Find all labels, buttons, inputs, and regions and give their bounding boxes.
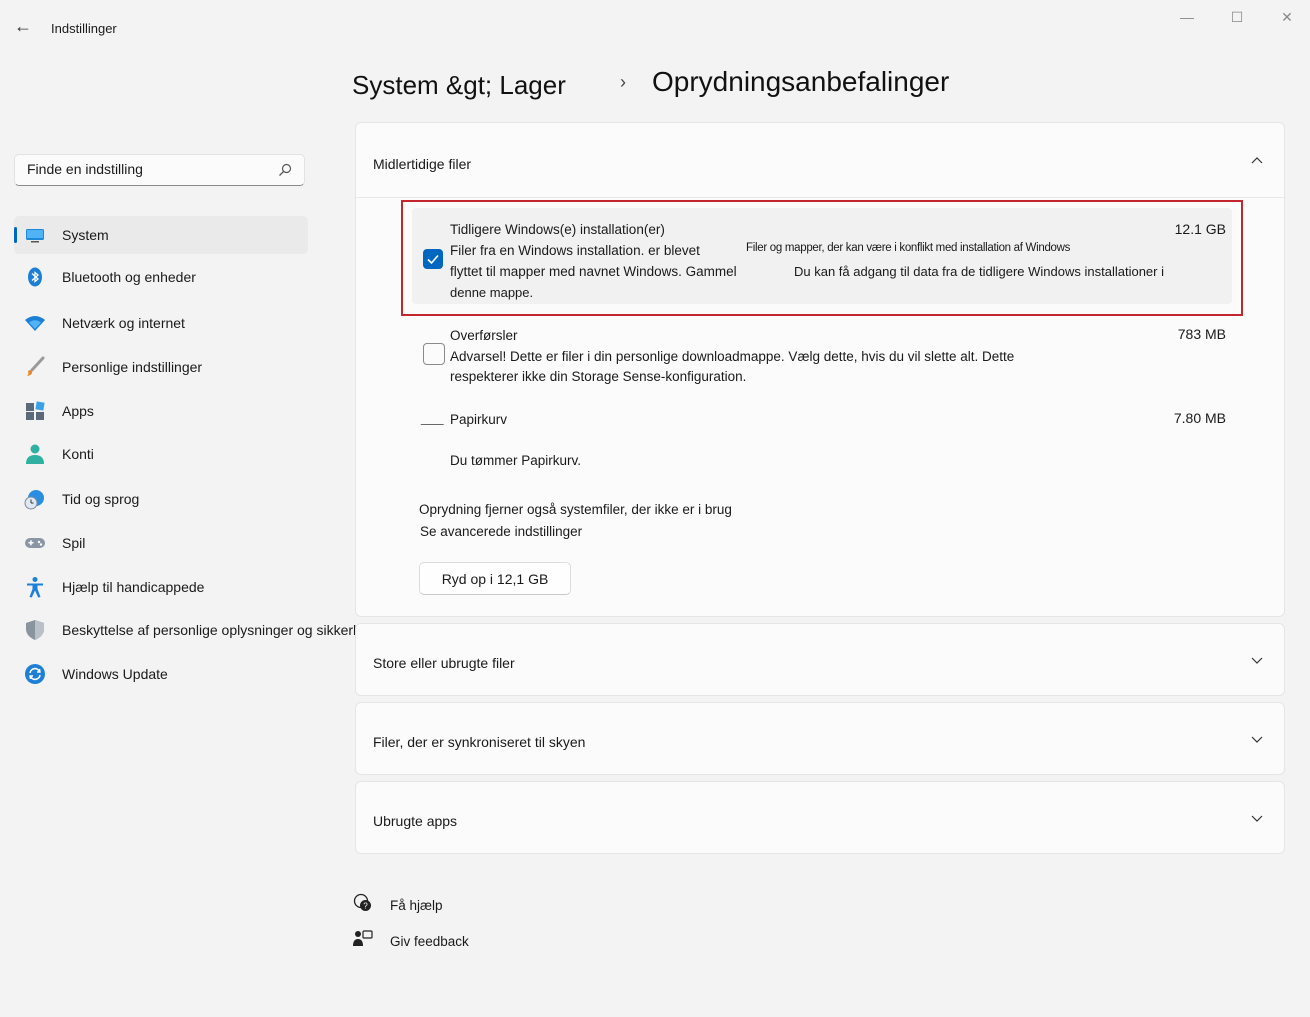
page-title: Oprydningsanbefalinger (652, 66, 950, 97)
downloads-checkbox[interactable] (423, 343, 445, 365)
recycle-bin-title: Papirkurv (450, 412, 508, 427)
back-arrow-icon: ← (14, 15, 32, 36)
minimize-icon: — (1180, 9, 1194, 25)
sidebar-item-label: Beskyttelse af personlige oplysninger og… (62, 622, 377, 638)
paintbrush-icon (27, 356, 45, 376)
sidebar-item-windows-update[interactable]: Windows Update (14, 655, 308, 693)
recycle-bin-size: 7.80 MB (1173, 410, 1226, 426)
sidebar-item-label: Tid og sprog (62, 491, 140, 507)
search-input[interactable] (27, 161, 267, 177)
close-icon: ✕ (1281, 8, 1293, 25)
maximize-icon: ☐ (1230, 8, 1244, 25)
cleanup-button[interactable]: Ryd op i 12,1 GB (419, 562, 571, 595)
sidebar-item-label: Konti (62, 446, 94, 462)
breadcrumb-chevron-icon: › (620, 72, 626, 92)
section-title: Ubrugte apps (373, 813, 458, 829)
svg-text:?: ? (363, 902, 368, 911)
back-button[interactable]: ← (10, 14, 36, 38)
temp-files-title: Midlertidige filer (373, 156, 472, 172)
close-button[interactable]: ✕ (1267, 6, 1307, 28)
shield-icon (26, 620, 44, 640)
section-title: Filer, der er synkroniseret til skyen (373, 734, 586, 750)
help-icon: ? (353, 893, 371, 911)
person-icon (26, 444, 44, 464)
cleanup-note: Oprydning fjerner også systemfiler, der … (419, 502, 732, 517)
card-divider (356, 197, 1284, 198)
sidebar-item-label: System (62, 227, 109, 243)
chevron-down-icon[interactable] (1250, 653, 1264, 667)
section-large-unused-files[interactable]: Store eller ubrugte filer (355, 623, 1285, 696)
sidebar-item-label: Netværk og internet (62, 315, 185, 331)
checkmark-icon (427, 254, 439, 265)
sidebar-item-label: Windows Update (62, 666, 168, 682)
give-feedback-link[interactable]: Giv feedback (390, 934, 469, 949)
previous-install-overlay-small: Filer og mapper, der kan være i konflikt… (746, 242, 1071, 254)
sidebar-item-label: Spil (62, 535, 86, 551)
previous-install-checkbox[interactable] (423, 249, 443, 269)
section-title: Store eller ubrugte filer (373, 655, 515, 671)
downloads-size: 783 MB (1177, 326, 1226, 342)
maximize-button[interactable]: ☐ (1217, 6, 1257, 28)
feedback-icon (353, 930, 373, 946)
chevron-down-icon[interactable] (1250, 732, 1264, 746)
system-monitor-icon (26, 229, 44, 243)
sidebar-item-network[interactable]: Netværk og internet (14, 304, 308, 342)
breadcrumb-parent[interactable]: System &gt; Lager (352, 70, 566, 101)
sidebar-item-personalization[interactable]: Personlige indstillinger (14, 348, 308, 386)
section-unused-apps[interactable]: Ubrugte apps (355, 781, 1285, 854)
sidebar-item-label: Hjælp til handicappede (62, 579, 205, 595)
downloads-desc-line2: respekterer ikke din Storage Sense-konfi… (450, 369, 747, 384)
sidebar-item-label: Apps (62, 403, 94, 419)
sidebar-item-time-language[interactable]: Tid og sprog (14, 480, 308, 518)
accessibility-icon (27, 577, 43, 598)
sidebar-item-gaming[interactable]: Spil (14, 524, 308, 562)
previous-install-title: Tidligere Windows(e) installation(er) (450, 222, 665, 237)
downloads-title: Overførsler (450, 328, 518, 343)
search-icon (279, 163, 292, 176)
clock-globe-icon (24, 490, 44, 510)
sidebar-item-accessibility[interactable]: Hjælp til handicappede (14, 568, 308, 606)
chevron-down-icon[interactable] (1250, 811, 1264, 825)
previous-install-desc-line3: denne mappe. (450, 285, 534, 300)
section-cloud-synced-files[interactable]: Filer, der er synkroniseret til skyen (355, 702, 1285, 775)
advanced-settings-link[interactable]: Se avancerede indstillinger (420, 524, 582, 539)
downloads-desc-line1: Advarsel! Dette er filer i din personlig… (450, 349, 1015, 364)
sidebar-item-accounts[interactable]: Konti (14, 435, 308, 473)
sidebar-item-system[interactable]: System (14, 216, 308, 254)
minimize-button[interactable]: — (1167, 6, 1207, 28)
sidebar-item-privacy-security[interactable]: Beskyttelse af personlige oplysninger og… (14, 611, 376, 649)
gamepad-icon (25, 538, 45, 548)
bluetooth-icon (28, 267, 42, 287)
windows-update-icon (25, 664, 45, 684)
sidebar-item-label: Personlige indstillinger (62, 359, 203, 375)
active-indicator (14, 227, 17, 243)
wifi-icon (25, 316, 45, 331)
app-title: Indstillinger (51, 21, 117, 36)
previous-install-desc-line2: flyttet til mapper med navnet Windows. G… (450, 264, 737, 279)
apps-icon (26, 401, 45, 420)
recycle-bin-checkbox-placeholder[interactable]: ___ (421, 410, 444, 425)
previous-install-size: 12.1 GB (1174, 221, 1226, 237)
chevron-up-icon[interactable] (1250, 154, 1264, 168)
get-help-link[interactable]: Få hjælp (390, 898, 443, 913)
sidebar-item-label: Bluetooth og enheder (62, 269, 196, 285)
sidebar-item-apps[interactable]: Apps (14, 392, 308, 430)
recycle-bin-desc: Du tømmer Papirkurv. (450, 453, 582, 468)
search-box[interactable] (14, 154, 305, 186)
previous-install-overlay-line: Du kan få adgang til data fra de tidlige… (794, 264, 1164, 279)
sidebar-item-bluetooth[interactable]: Bluetooth og enheder (14, 258, 308, 296)
previous-install-desc-line1: Filer fra en Windows installation. er bl… (450, 243, 700, 258)
